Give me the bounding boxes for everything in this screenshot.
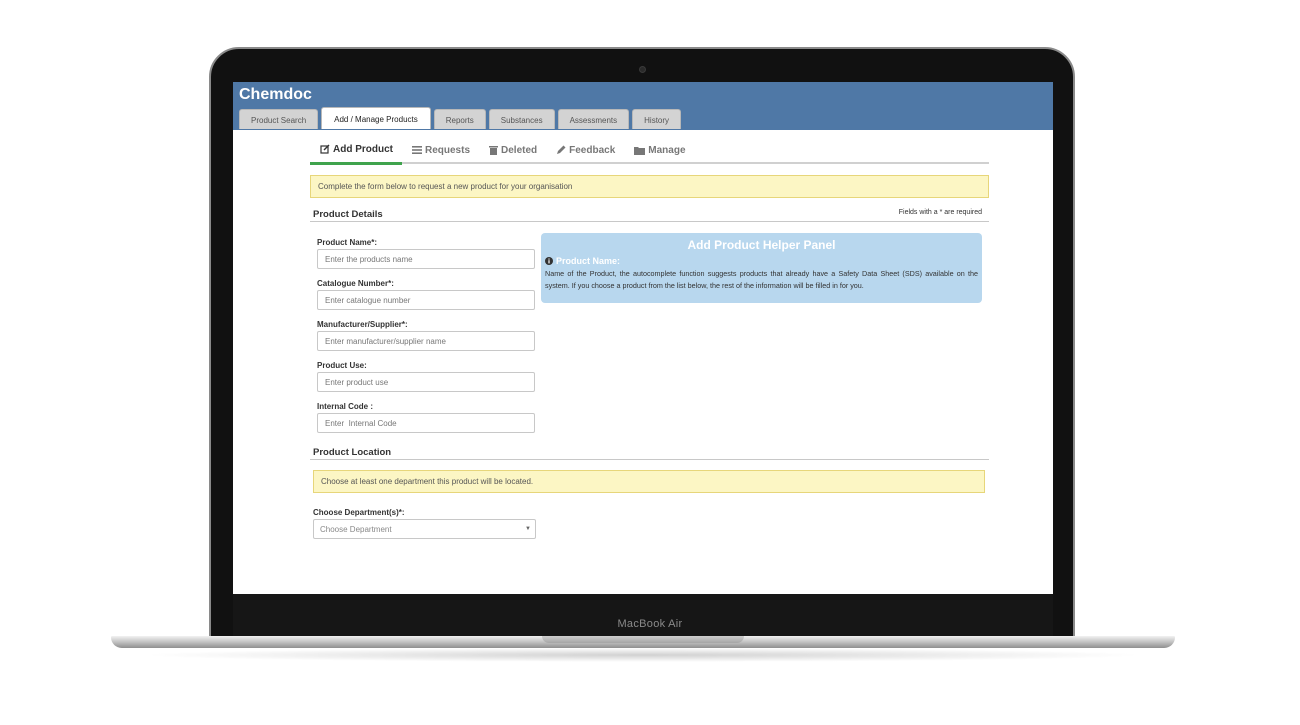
laptop-shadow xyxy=(140,648,1146,662)
product-location-title: Product Location xyxy=(313,447,392,458)
tab-assessments[interactable]: Assessments xyxy=(557,109,630,129)
product-use-input[interactable] xyxy=(317,372,535,392)
subnav-label: Manage xyxy=(648,144,686,156)
chevron-down-icon: ▼ xyxy=(525,526,531,532)
helper-panel-subtitle: Product Name: xyxy=(545,256,620,266)
tab-history[interactable]: History xyxy=(632,109,682,129)
subnav-label: Feedback xyxy=(569,144,616,156)
section-divider xyxy=(310,459,989,460)
internal-code-label: Internal Code : xyxy=(317,402,374,411)
subnav-deleted[interactable]: Deleted xyxy=(479,136,546,164)
helper-panel-text: Name of the Product, the autocomplete fu… xyxy=(545,269,978,290)
trash-icon xyxy=(489,146,499,155)
department-label: Choose Department(s)*: xyxy=(313,508,405,517)
info-icon xyxy=(545,257,553,265)
manufacturer-input[interactable] xyxy=(317,331,535,351)
app-header: Chemdoc Product Search Add / Manage Prod… xyxy=(233,82,1053,130)
app-title: Chemdoc xyxy=(239,86,312,103)
product-name-label: Product Name*: xyxy=(317,238,378,247)
location-notice: Choose at least one department this prod… xyxy=(313,470,985,493)
product-name-input[interactable] xyxy=(317,249,535,269)
helper-panel-title: Add Product Helper Panel xyxy=(687,238,836,252)
main-tabs: Product Search Add / Manage Products Rep… xyxy=(239,107,682,129)
subnav-feedback[interactable]: Feedback xyxy=(546,136,624,164)
subnav-label: Deleted xyxy=(501,144,538,156)
subnav-label: Add Product xyxy=(333,143,393,155)
required-fields-note: Fields with a * are required xyxy=(898,209,982,216)
department-select[interactable]: Choose Department ▼ xyxy=(313,519,536,539)
catalogue-number-label: Catalogue Number*: xyxy=(317,279,394,288)
app-screen: Chemdoc Product Search Add / Manage Prod… xyxy=(233,82,1053,594)
department-placeholder: Choose Department xyxy=(320,525,392,534)
laptop-notch xyxy=(542,636,744,643)
camera-icon xyxy=(639,66,646,73)
catalogue-number-input[interactable] xyxy=(317,290,535,310)
edit-icon xyxy=(320,144,330,154)
internal-code-input[interactable] xyxy=(317,413,535,433)
form-notice: Complete the form below to request a new… xyxy=(310,175,989,198)
laptop-brand-label: MacBook Air xyxy=(617,618,683,630)
sub-navigation: Add Product Requests Deleted Feedback Ma… xyxy=(310,136,989,165)
pencil-icon xyxy=(557,145,566,154)
subnav-add-product[interactable]: Add Product xyxy=(310,136,402,165)
tab-product-search[interactable]: Product Search xyxy=(239,109,319,129)
tab-reports[interactable]: Reports xyxy=(433,109,486,129)
manufacturer-label: Manufacturer/Supplier*: xyxy=(317,320,408,329)
section-divider xyxy=(310,221,989,222)
subnav-label: Requests xyxy=(425,144,471,156)
tab-add-manage-products[interactable]: Add / Manage Products xyxy=(321,107,431,129)
list-icon xyxy=(412,146,422,154)
tab-substances[interactable]: Substances xyxy=(488,109,555,129)
subnav-manage[interactable]: Manage xyxy=(624,136,694,164)
helper-panel: Add Product Helper Panel Product Name: N… xyxy=(541,233,982,303)
product-details-title: Product Details xyxy=(313,209,383,220)
product-use-label: Product Use: xyxy=(317,361,367,370)
folder-icon xyxy=(634,146,646,155)
subnav-requests[interactable]: Requests xyxy=(402,136,479,164)
helper-subtitle-text: Product Name: xyxy=(556,256,621,266)
